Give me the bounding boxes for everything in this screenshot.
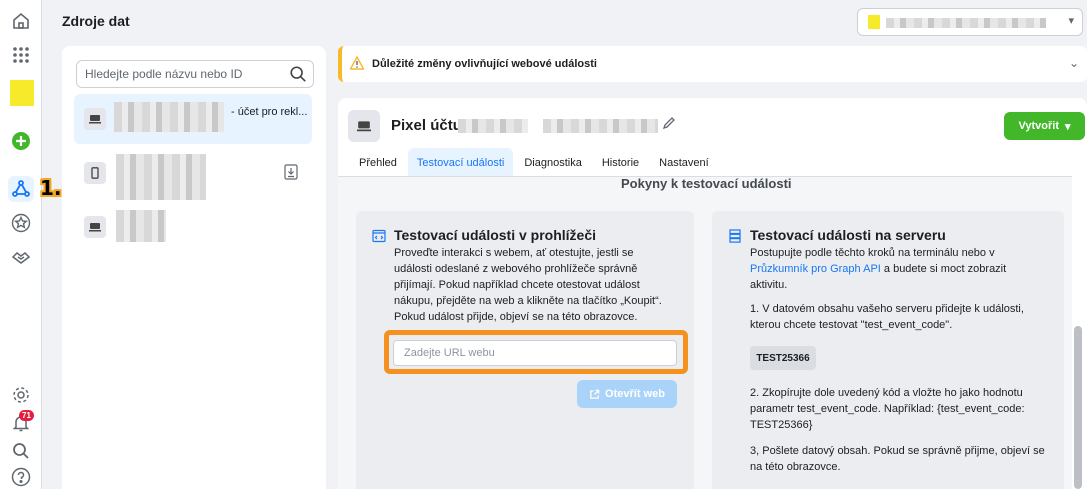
help-icon[interactable] <box>10 466 32 488</box>
open-website-button[interactable]: Otevřít web <box>577 380 677 408</box>
server-step-line: 3, Pošlete datový obsah. Pokud se správn… <box>750 445 1045 457</box>
account-selector[interactable]: ▾ <box>857 8 1083 36</box>
home-icon[interactable] <box>10 10 32 32</box>
search-icon[interactable] <box>289 65 307 83</box>
tab-diagnostics[interactable]: Diagnostika <box>515 148 590 178</box>
apps-grid-icon[interactable] <box>10 44 32 66</box>
redacted-pixel-id <box>543 119 658 133</box>
desktop-icon <box>348 110 380 142</box>
search-field[interactable] <box>76 60 314 88</box>
browser-box-title: Testovací události v prohlížeči <box>394 227 597 243</box>
pixel-title: Pixel účtu <box>391 117 462 134</box>
scrollbar[interactable] <box>1074 326 1082 489</box>
pixel-detail-card: Pixel účtu Vytvořit ▾ Přehled Testovací … <box>338 98 1087 489</box>
tab-test-events[interactable]: Testovací události <box>407 148 514 178</box>
events-manager-icon[interactable] <box>8 176 34 202</box>
create-button[interactable]: Vytvořit ▾ <box>1004 112 1085 140</box>
server-step-line: kterou chcete testovat "test_event_code"… <box>750 319 953 331</box>
test-event-code-chip[interactable]: TEST25366 <box>750 346 816 370</box>
desktop-icon <box>84 108 106 130</box>
server-intro-line: Postupujte podle těchto kroků na terminá… <box>750 247 995 259</box>
tab-bar: Přehled Testovací události Diagnostika H… <box>350 148 718 178</box>
data-source-item[interactable] <box>74 154 312 204</box>
chevron-down-icon[interactable]: ⌄ <box>1069 56 1079 70</box>
tab-overview[interactable]: Přehled <box>350 148 406 178</box>
browser-code-icon <box>372 229 386 243</box>
external-link-icon <box>590 389 600 399</box>
browser-desc-line: Proveďte interakci s webem, ať otestujte… <box>394 247 634 259</box>
left-rail: 71 <box>0 0 42 489</box>
data-source-item[interactable]: - účet pro rekl... <box>74 94 312 144</box>
browser-desc-line: nákupu, přejděte na web a klikněte na tl… <box>394 295 662 307</box>
download-icon[interactable] <box>284 164 298 180</box>
url-input-highlight <box>384 330 688 374</box>
server-intro-line: aktivitu. <box>750 279 788 291</box>
tab-settings[interactable]: Nastavení <box>650 148 718 178</box>
banner-text: Důležité změny ovlivňující webové událos… <box>372 58 597 70</box>
warning-icon <box>350 56 364 70</box>
partner-icon[interactable] <box>10 246 32 268</box>
graph-api-explorer-link[interactable]: Průzkumník pro Graph API <box>750 263 881 275</box>
server-test-events-box: Testovací události na serveru Postupujte… <box>712 211 1064 489</box>
server-step-line: parametr test_event_code. Například: {te… <box>750 403 1025 415</box>
star-icon[interactable] <box>10 212 32 234</box>
browser-desc-line: přijímají. Pokud například chcete otesto… <box>394 279 640 291</box>
edit-pencil-icon[interactable] <box>662 116 676 130</box>
annotation-step-1: 1. <box>40 176 62 200</box>
settings-icon[interactable] <box>10 384 32 406</box>
account-avatar[interactable] <box>10 80 34 106</box>
desktop-icon <box>84 216 106 238</box>
chevron-down-icon: ▾ <box>1068 15 1074 27</box>
search-input[interactable] <box>85 67 285 81</box>
mobile-icon <box>84 162 106 184</box>
server-intro-line-2: Průzkumník pro Graph API a budete si moc… <box>750 263 1007 275</box>
redacted-account-name <box>886 18 1046 28</box>
open-website-label: Otevřít web <box>605 388 665 400</box>
server-step-line: TEST25366} <box>750 419 813 431</box>
website-url-input[interactable] <box>393 340 677 366</box>
data-source-label: - účet pro rekl... <box>231 106 308 118</box>
server-box-title: Testovací události na serveru <box>750 227 946 243</box>
caret-down-icon: ▾ <box>1065 120 1071 133</box>
data-sources-panel: - účet pro rekl... <box>62 46 326 489</box>
important-changes-banner[interactable]: Důležité změny ovlivňující webové událos… <box>338 46 1087 82</box>
browser-desc-line: Pokud událost přijde, objeví se na této … <box>394 311 638 323</box>
server-step-line: 2. Zkopírujte dole uvedený kód a vložte … <box>750 387 1023 399</box>
add-icon[interactable] <box>10 130 32 152</box>
tab-history[interactable]: Historie <box>593 148 648 178</box>
notification-count-badge: 71 <box>19 410 34 421</box>
server-icon <box>729 229 741 243</box>
data-source-item[interactable] <box>74 210 312 244</box>
section-title: Pokyny k testovací události <box>621 176 792 191</box>
create-button-label: Vytvořit <box>1018 120 1059 132</box>
page-title: Zdroje dat <box>62 13 130 29</box>
server-step-line: na této obrazovce. <box>750 461 841 473</box>
browser-desc-line: události odeslané z webového prohlížeče … <box>394 263 638 275</box>
server-step-line: 1. V datovém obsahu vašeho serveru přide… <box>750 303 1024 315</box>
redacted-pixel-name <box>458 119 528 133</box>
search-icon[interactable] <box>10 440 32 462</box>
